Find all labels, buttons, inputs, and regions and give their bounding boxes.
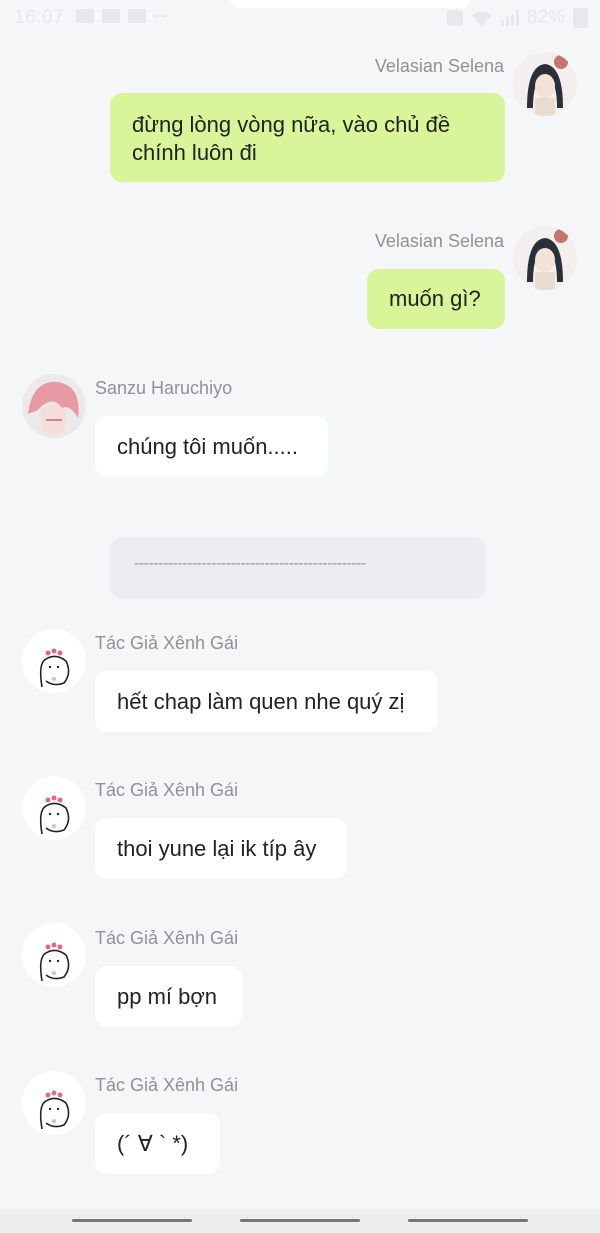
back-button[interactable] <box>408 1219 528 1222</box>
message-bubble[interactable]: chúng tôi muốn..... <box>95 416 328 477</box>
pink-hair-avatar <box>22 374 86 438</box>
message-bubble[interactable]: đừng lòng vòng nữa, vào chủ đề chính luô… <box>110 93 505 182</box>
sender-name: Tác Giả Xênh Gái <box>95 633 239 653</box>
gallery-icon <box>128 9 146 23</box>
navigation-bar <box>0 1209 600 1233</box>
doodle-avatar <box>22 776 86 840</box>
sender-name: Sanzu Haruchiyo <box>95 378 233 398</box>
sender-name: Tác Giả Xênh Gái <box>95 780 239 800</box>
divider-text: ----------------------------------------… <box>134 555 366 572</box>
sender-avatar[interactable] <box>22 374 86 438</box>
anime-girl-avatar <box>513 226 577 290</box>
recent-apps-button[interactable] <box>72 1219 192 1222</box>
status-time: 16:07 <box>14 7 65 28</box>
sender-avatar[interactable] <box>513 226 577 290</box>
sender-avatar[interactable] <box>22 1071 86 1135</box>
message-bubble[interactable]: thoi yune lại ik típ ây <box>95 818 347 879</box>
message-bubble[interactable]: hết chap làm quen nhe quý zị <box>95 671 438 732</box>
divider-message[interactable]: ----------------------------------------… <box>110 537 486 599</box>
sender-name: Tác Giả Xênh Gái <box>95 1075 239 1095</box>
battery-icon <box>573 8 588 28</box>
sender-avatar[interactable] <box>22 629 86 693</box>
alarm-icon <box>446 10 463 26</box>
home-button[interactable] <box>240 1219 360 1222</box>
sender-avatar[interactable] <box>513 52 577 116</box>
sender-name: Tác Giả Xênh Gái <box>95 928 239 948</box>
sender-avatar[interactable] <box>22 923 86 987</box>
image-icon <box>76 9 94 23</box>
battery-percent: 82% <box>526 7 565 28</box>
more-dots-icon: ••• <box>154 9 167 23</box>
signal-icon <box>500 10 519 26</box>
video-icon <box>102 9 120 23</box>
status-bar: 16:07 ••• 82% <box>0 0 600 36</box>
sender-name: Velasian Selena <box>374 231 504 251</box>
message-bubble[interactable]: (´ ∀ ` *) <box>95 1113 220 1174</box>
anime-girl-avatar <box>513 52 577 116</box>
sender-name: Velasian Selena <box>374 56 504 76</box>
doodle-avatar <box>22 629 86 693</box>
sender-avatar[interactable] <box>22 776 86 840</box>
message-bubble[interactable]: muốn gì? <box>367 269 505 329</box>
doodle-avatar <box>22 1071 86 1135</box>
wifi-icon <box>471 11 492 26</box>
doodle-avatar <box>22 923 86 987</box>
message-bubble[interactable]: pp mí bợn <box>95 966 242 1027</box>
